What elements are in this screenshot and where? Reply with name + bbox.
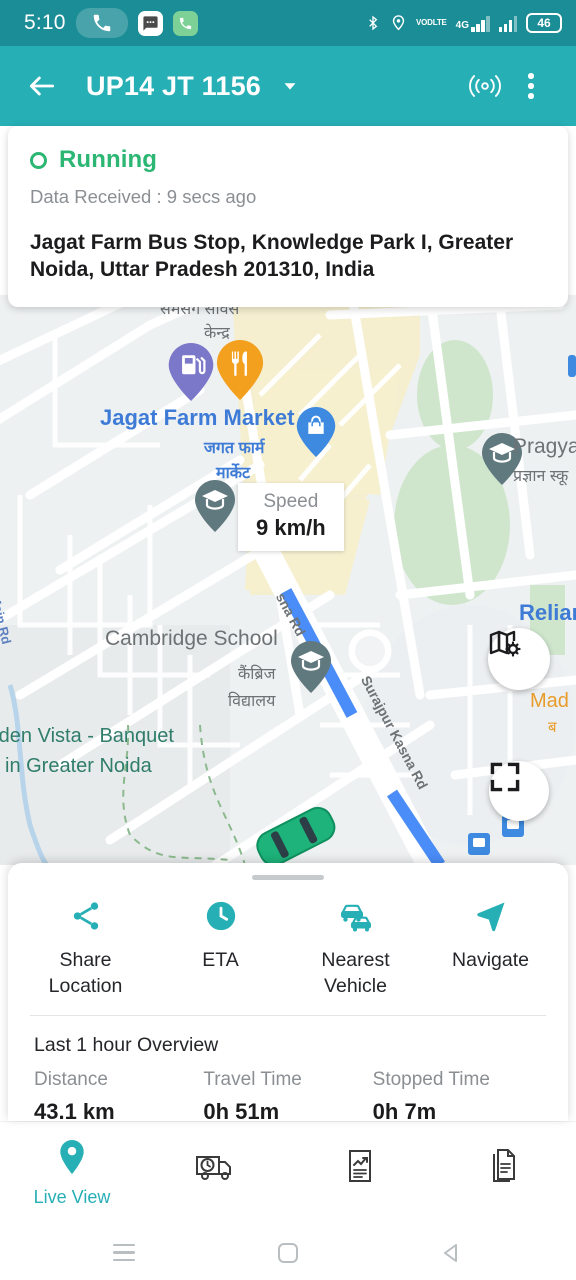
- status-row: Running: [30, 146, 546, 174]
- bluetooth-icon: [365, 13, 381, 33]
- phone-call-icon: [75, 8, 128, 38]
- status-bar-left: 5:10: [24, 8, 198, 38]
- navigate-button[interactable]: Navigate: [423, 898, 558, 999]
- recents-icon[interactable]: [101, 1230, 147, 1276]
- data-received-text: Data Received : 9 secs ago: [30, 186, 257, 207]
- nearest-vehicle-label: Nearest Vehicle: [321, 949, 390, 997]
- navigate-arrow-icon: [473, 898, 509, 934]
- quick-actions: Share Location ETA Nearest Vehicle Navig…: [8, 880, 568, 999]
- phone-screen: 5:10 VOD LTE 4G 46 UP14 JT 1156 Running …: [0, 0, 576, 1280]
- more-vertical-icon[interactable]: [508, 63, 554, 109]
- stat-travel-time-value: 0h 51m: [203, 1099, 280, 1125]
- chevron-down-icon[interactable]: [279, 75, 301, 97]
- nav-item-documents[interactable]: [432, 1148, 576, 1199]
- navigate-label: Navigate: [452, 949, 529, 971]
- nav-label-live-view: Live View: [33, 1186, 111, 1207]
- clock-icon: [204, 898, 238, 934]
- volte-bottom: LTE: [432, 17, 447, 27]
- bottom-sheet[interactable]: Share Location ETA Nearest Vehicle Navig…: [8, 863, 568, 1124]
- truck-clock-icon: [194, 1150, 238, 1189]
- volte-top: VOD: [415, 17, 433, 27]
- page-title: UP14 JT 1156: [86, 70, 262, 101]
- share-location-label: Share Location: [48, 949, 123, 997]
- report-chart-icon: [344, 1148, 376, 1191]
- nearest-vehicle-icon: [336, 898, 376, 934]
- stat-stopped-time-label: Stopped Time: [372, 1069, 490, 1091]
- speed-label: Speed: [263, 491, 319, 512]
- app-bar: UP14 JT 1156: [0, 46, 576, 126]
- nav-item-live-view[interactable]: Live View: [0, 1139, 144, 1208]
- stat-travel-time-label: Travel Time: [203, 1069, 302, 1091]
- status-ring-icon: [30, 151, 47, 169]
- location-icon: [390, 13, 407, 33]
- battery-indicator: 46: [526, 13, 562, 33]
- map-fullscreen-button[interactable]: [489, 761, 549, 821]
- phone-green-icon: [172, 10, 198, 36]
- stat-stopped-time: Stopped Time 0h 7m: [373, 1069, 542, 1125]
- message-icon: [137, 10, 163, 36]
- eta-label: ETA: [202, 949, 239, 971]
- network-type-label: 4G: [455, 19, 469, 31]
- map-layers-settings-icon: [489, 630, 521, 657]
- stat-stopped-time-value: 0h 7m: [372, 1099, 437, 1125]
- status-bar: 5:10 VOD LTE 4G 46: [0, 0, 576, 46]
- status-badge: Running: [59, 146, 158, 173]
- documents-icon: [488, 1148, 520, 1191]
- volte-icon: VOD LTE: [415, 17, 447, 27]
- signal-bars-primary: [471, 15, 490, 32]
- stat-travel-time: Travel Time 0h 51m: [203, 1069, 372, 1125]
- recents-lines: [113, 1243, 135, 1262]
- speed-tooltip: Speed 9 km/h: [238, 483, 344, 551]
- stat-distance: Distance 43.1 km: [34, 1069, 203, 1125]
- speed-value: 9 km/h: [256, 515, 326, 540]
- overview-stats: Distance 43.1 km Travel Time 0h 51m Stop…: [8, 1057, 568, 1125]
- map-layers-button[interactable]: [488, 628, 550, 690]
- nav-item-reports[interactable]: [288, 1148, 432, 1199]
- vehicle-address: Jagat Farm Bus Stop, Knowledge Park I, G…: [30, 231, 514, 281]
- back-arrow-icon[interactable]: [22, 66, 62, 106]
- location-pin-icon: [59, 1139, 85, 1179]
- nearest-vehicle-button[interactable]: Nearest Vehicle: [288, 898, 423, 999]
- map-canvas[interactable]: सैमसंग सांवेस केन्द्र Jagat Farm Market …: [0, 295, 576, 865]
- back-triangle-icon[interactable]: [429, 1230, 475, 1276]
- bottom-navigation: Live View: [0, 1121, 576, 1225]
- fullscreen-icon: [490, 762, 520, 792]
- share-location-button[interactable]: Share Location: [18, 898, 153, 999]
- eta-button[interactable]: ETA: [153, 898, 288, 999]
- nav-item-trips[interactable]: [144, 1150, 288, 1197]
- signal-4g-icon: 4G: [456, 15, 490, 32]
- overview-title: Last 1 hour Overview: [34, 1034, 219, 1057]
- home-square-icon[interactable]: [265, 1230, 311, 1276]
- broadcast-icon[interactable]: [462, 63, 508, 109]
- vehicle-status-card: Running Data Received : 9 secs ago Jagat…: [8, 126, 568, 308]
- status-bar-clock: 5:10: [24, 11, 66, 34]
- overflow-dots: [528, 73, 534, 99]
- share-icon: [69, 898, 103, 934]
- stat-distance-label: Distance: [34, 1069, 108, 1091]
- android-system-nav: [0, 1225, 576, 1280]
- signal-bars-secondary: [498, 15, 517, 32]
- stat-distance-value: 43.1 km: [34, 1099, 115, 1125]
- status-bar-right: VOD LTE 4G 46: [365, 13, 562, 33]
